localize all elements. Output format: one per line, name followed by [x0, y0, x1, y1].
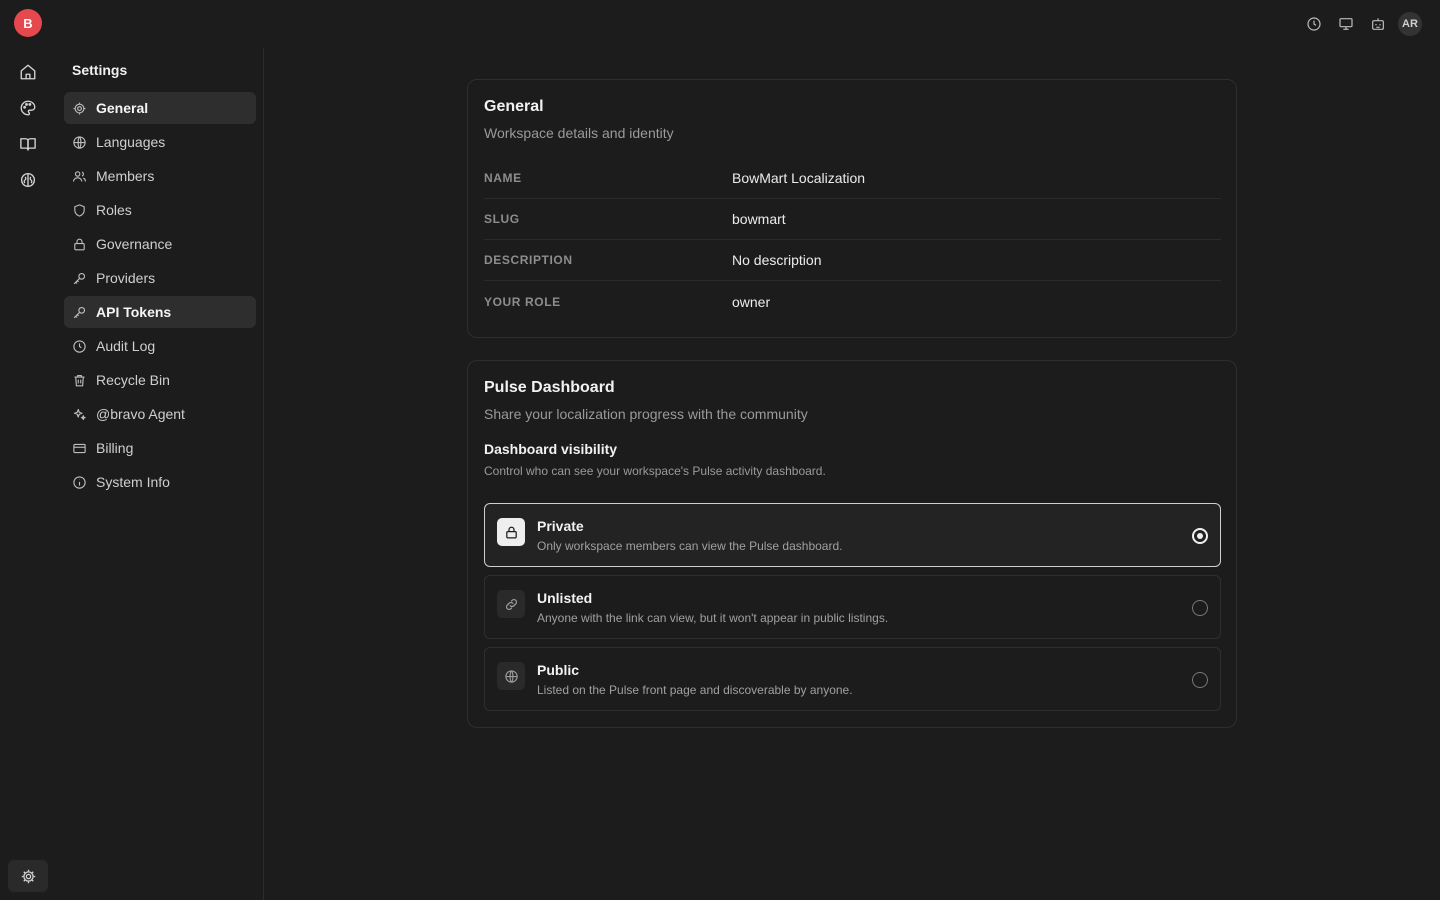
option-description: Only workspace members can view the Puls… — [537, 539, 843, 553]
nav-item-label: System Info — [96, 474, 170, 490]
radio-button[interactable] — [1192, 672, 1208, 688]
gear-icon — [72, 101, 87, 116]
nav-item-label: Languages — [96, 134, 166, 150]
gear-icon — [20, 868, 37, 885]
top-toolbar: AR — [1302, 12, 1422, 36]
pulse-title: Pulse Dashboard — [484, 379, 615, 396]
nav-item-members[interactable]: Members — [64, 160, 256, 192]
app-rail: B — [0, 0, 56, 900]
nav-item-recycle-bin[interactable]: Recycle Bin — [64, 364, 256, 396]
key-icon — [72, 305, 87, 320]
field-value: BowMart Localization — [732, 170, 866, 186]
nav-item-bravo-agent[interactable]: @bravo Agent — [64, 398, 256, 430]
visibility-subtitle: Control who can see your workspace's Pul… — [484, 464, 826, 478]
field-label: SLUG — [484, 212, 520, 226]
visibility-title: Dashboard visibility — [484, 441, 618, 457]
bot-icon[interactable] — [1366, 12, 1390, 36]
pulse-subtitle: Share your localization progress with th… — [484, 406, 808, 422]
nav-item-system-info[interactable]: System Info — [64, 466, 256, 498]
field-label: YOUR ROLE — [484, 294, 561, 309]
field-row-name: NAME BowMart Localization — [484, 158, 1221, 199]
visibility-option-private[interactable]: Private Only workspace members can view … — [484, 503, 1221, 567]
general-subtitle: Workspace details and identity — [484, 125, 674, 141]
option-description: Listed on the Pulse front page and disco… — [537, 683, 853, 697]
link-icon — [497, 590, 525, 618]
field-label: NAME — [484, 171, 522, 185]
nav-item-api-tokens[interactable]: API Tokens — [64, 296, 256, 328]
nav-item-label: API Tokens — [96, 304, 172, 320]
radio-button[interactable] — [1192, 528, 1208, 544]
user-avatar[interactable]: AR — [1398, 12, 1422, 36]
field-value: No description — [732, 252, 822, 268]
brain-icon[interactable] — [14, 166, 42, 194]
option-title: Private — [537, 518, 584, 534]
users-icon — [72, 169, 87, 184]
settings-sidebar: Settings General Languages Members Roles… — [56, 48, 264, 900]
radio-button[interactable] — [1192, 600, 1208, 616]
settings-title: Settings — [72, 62, 128, 78]
trash-icon — [72, 373, 87, 388]
key-icon — [72, 271, 87, 286]
info-icon — [72, 475, 87, 490]
nav-item-label: Roles — [96, 202, 132, 218]
app-root: B AR Settings General Languages Members … — [0, 0, 1440, 900]
nav-item-governance[interactable]: Governance — [64, 228, 256, 260]
globe-icon — [72, 135, 87, 150]
nav-item-label: @bravo Agent — [96, 406, 185, 422]
nav-item-roles[interactable]: Roles — [64, 194, 256, 226]
field-row-description: DESCRIPTION No description — [484, 240, 1221, 281]
credit-card-icon — [72, 441, 87, 456]
globe-icon — [497, 662, 525, 690]
nav-item-audit-log[interactable]: Audit Log — [64, 330, 256, 362]
nav-item-label: Audit Log — [96, 338, 156, 354]
visibility-option-unlisted[interactable]: Unlisted Anyone with the link can view, … — [484, 575, 1221, 639]
option-title: Unlisted — [537, 590, 593, 606]
nav-item-languages[interactable]: Languages — [64, 126, 256, 158]
nav-item-label: Providers — [96, 270, 156, 286]
nav-item-label: Billing — [96, 440, 134, 456]
shield-icon — [72, 203, 87, 218]
nav-item-label: Members — [96, 168, 155, 184]
field-row-slug: SLUG bowmart — [484, 199, 1221, 240]
visibility-option-public[interactable]: Public Listed on the Pulse front page an… — [484, 647, 1221, 711]
field-value: owner — [732, 293, 771, 310]
general-title: General — [484, 98, 544, 115]
settings-nav-list: General Languages Members Roles Governan… — [64, 92, 256, 500]
clock-icon[interactable] — [1302, 12, 1326, 36]
option-title: Public — [537, 662, 580, 678]
option-description: Anyone with the link can view, but it wo… — [537, 611, 889, 625]
nav-item-billing[interactable]: Billing — [64, 432, 256, 464]
nav-item-label: Governance — [96, 236, 173, 252]
clock-icon — [72, 339, 87, 354]
lock-icon — [497, 518, 525, 546]
general-card: General Workspace details and identity N… — [467, 79, 1237, 338]
palette-icon[interactable] — [14, 94, 42, 122]
pulse-dashboard-card: Pulse Dashboard Share your localization … — [467, 360, 1237, 728]
rail-settings-button[interactable] — [8, 860, 48, 892]
field-label: DESCRIPTION — [484, 253, 573, 267]
home-icon[interactable] — [14, 58, 42, 86]
field-value: bowmart — [732, 211, 786, 227]
monitor-icon[interactable] — [1334, 12, 1358, 36]
field-row-role: YOUR ROLE owner — [484, 281, 1221, 322]
nav-item-label: General — [96, 100, 149, 116]
book-icon[interactable] — [14, 130, 42, 158]
lock-icon — [72, 237, 87, 252]
nav-item-label: Recycle Bin — [96, 372, 170, 388]
nav-item-general[interactable]: General — [64, 92, 256, 124]
general-fields: NAME BowMart Localization SLUG bowmart D… — [484, 158, 1221, 322]
sparkles-icon — [72, 407, 87, 422]
nav-item-providers[interactable]: Providers — [64, 262, 256, 294]
workspace-logo[interactable]: B — [14, 9, 42, 37]
